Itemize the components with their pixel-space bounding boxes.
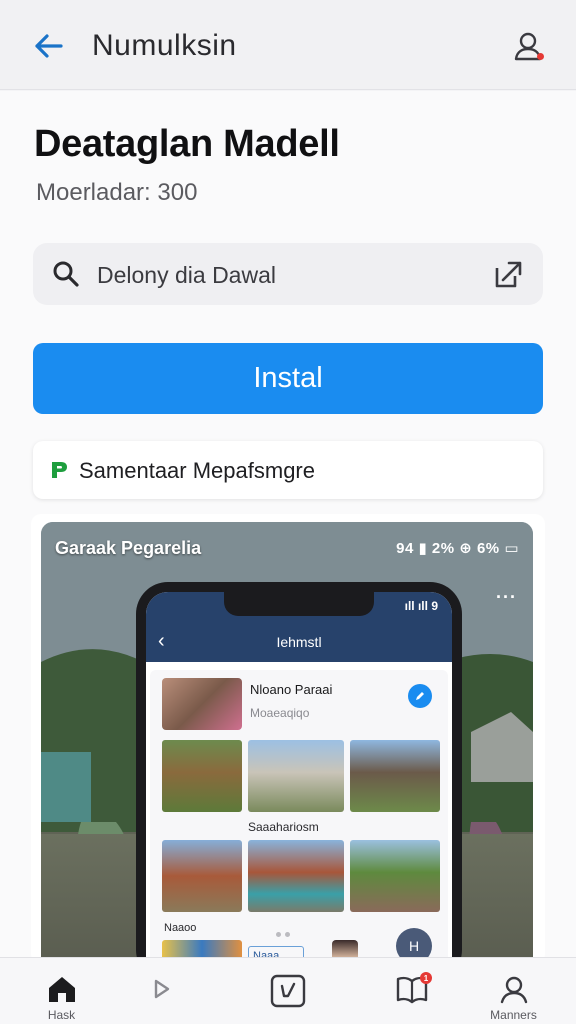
phone-status-bar: ıll ıll 9 [146,592,452,622]
screenshot-status-bar: 94 ▮ 2% ⊕ 6% ▭ [396,540,519,557]
store-info-card[interactable]: Samentaar Mepafsmgre [33,441,543,499]
account-button[interactable] [506,24,550,68]
notification-badge: 1 [420,972,432,984]
app-details: Deataglan Madell Moerladar: 300 Delony d… [0,91,576,964]
item-action-button [408,684,432,708]
people-thumbnail [162,678,242,730]
play-icon [154,979,169,999]
bottom-navigation: Hask 1 Manners [0,957,576,1024]
more-options-icon: ... [495,582,517,602]
open-external-icon [495,261,522,288]
app-subtitle: Moerladar: 300 [36,179,198,206]
row-label: Naaoo [164,922,197,934]
edit-icon [416,692,424,700]
search-icon [53,261,79,287]
gallery-image [162,740,242,812]
phone-content-card: Nloano Paraai Moaeaqiqo Saaahariosm Naao… [150,670,448,964]
gallery-image [350,740,440,812]
store-logo-icon [52,462,67,478]
app-screenshot: Garaak Pegarelia 94 ▮ 2% ⊕ 6% ▭ ... ıll … [41,522,533,964]
edit-icon [270,974,305,1008]
install-button[interactable]: Instal [33,343,543,414]
nav-item-home[interactable]: Hask [4,958,119,1024]
search-text: Delony dia Dawal [97,262,276,288]
screenshot-header-text: Garaak Pegarelia [55,538,202,558]
gallery-label: Saaahariosm [248,820,319,834]
item-name: Nloano Paraai [250,682,333,697]
back-button[interactable] [26,26,70,66]
phone-mockup: ıll ıll 9 ‹ Iehmstl Nloano Paraai Moaeaq… [136,582,462,964]
nav-item-edit[interactable] [230,958,345,1024]
item-subtitle: Moaeaqiqo [250,706,310,720]
phone-nav-bar: ‹ Iehmstl [146,622,452,662]
open-external-button[interactable] [491,256,527,292]
gallery-image [350,840,440,912]
gallery-image [248,740,344,812]
nav-label-home: Hask [47,1008,76,1022]
nav-item-library[interactable]: 1 [354,958,469,1024]
page-title: Numulksin [92,29,237,62]
profile-icon [500,976,527,1004]
nav-item-play[interactable] [104,958,219,1024]
phone-status-text: ıll ıll 9 [404,599,438,613]
back-arrow-icon [35,34,63,58]
screenshot-gallery[interactable]: Garaak Pegarelia 94 ▮ 2% ⊕ 6% ▭ ... ıll … [31,514,545,964]
store-label: Samentaar Mepafsmgre [79,458,315,483]
pager-dots [276,924,300,937]
search-bar[interactable]: Delony dia Dawal [33,243,543,305]
gallery-image [248,840,344,912]
nav-item-profile[interactable]: Manners [456,958,571,1024]
nav-label-profile: Manners [490,1008,537,1022]
phone-screen: ıll ıll 9 ‹ Iehmstl Nloano Paraai Moaeaq… [146,592,452,964]
top-app-bar: Numulksin [0,0,576,90]
app-title: Deataglan Madell [34,123,340,165]
phone-nav-title: Iehmstl [276,634,322,650]
gallery-image [162,840,242,912]
notification-dot [537,53,544,60]
phone-notch [224,592,374,616]
home-icon [48,977,75,1002]
